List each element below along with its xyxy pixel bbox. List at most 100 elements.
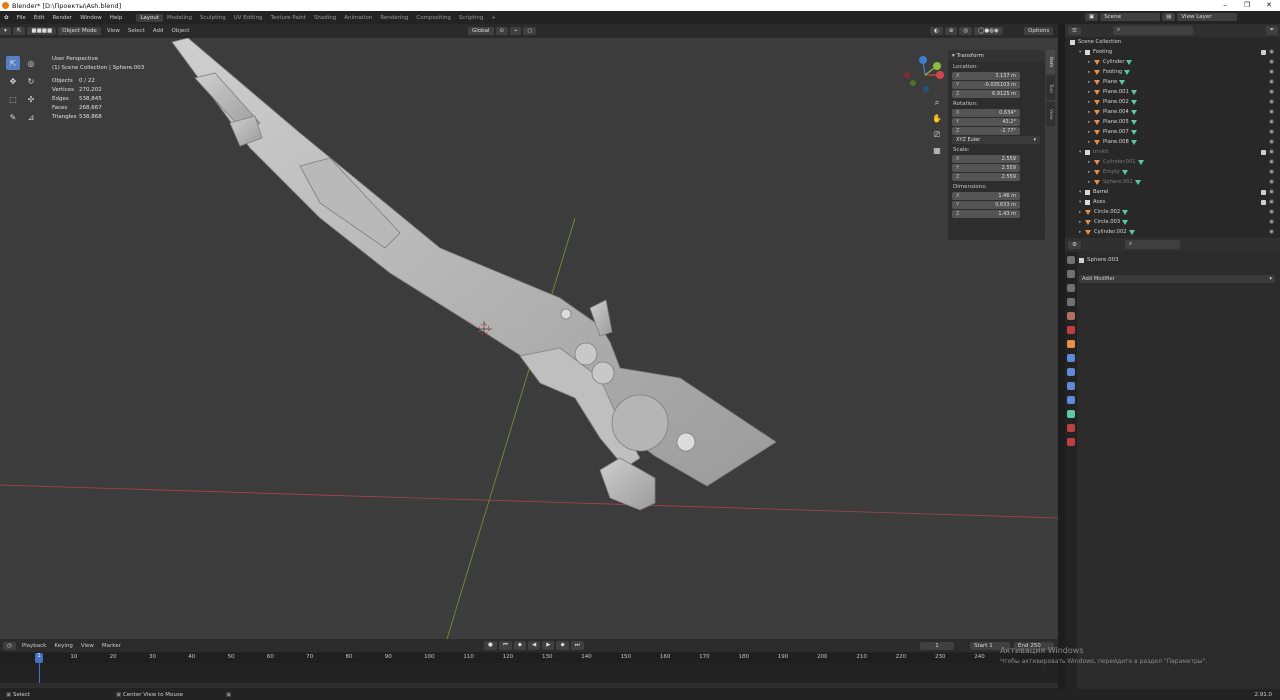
visibility-eye-icon[interactable]: ◉ — [1269, 89, 1274, 95]
location-y-field[interactable]: Y -0.035103 m — [952, 81, 1020, 89]
outliner-row[interactable]: ▸ Sphere.001 ◉ — [1065, 177, 1280, 187]
outliner-row[interactable]: ▸ Plane ◉ — [1065, 77, 1280, 87]
scale-z-field[interactable]: Z 2.559 — [952, 173, 1020, 181]
menu-object[interactable]: Object — [168, 27, 194, 35]
menu-window[interactable]: Window — [76, 15, 106, 21]
visibility-eye-icon[interactable]: ◉ — [1269, 109, 1274, 115]
visibility-eye-icon[interactable]: ◉ — [1269, 149, 1274, 155]
play-icon[interactable]: ▶ — [542, 641, 555, 650]
select-box-icon[interactable]: ⇱ — [6, 56, 20, 70]
next-key-icon[interactable]: ◆ — [556, 641, 569, 650]
texture-tab-icon[interactable] — [1067, 438, 1075, 446]
visibility-eye-icon[interactable]: ◉ — [1269, 159, 1274, 165]
outliner-row[interactable]: ▾ trinkit ◉ — [1065, 147, 1280, 157]
current-frame-field[interactable]: 1 — [920, 641, 954, 650]
tab-uv-editing[interactable]: UV Editing — [230, 14, 267, 22]
menu-add[interactable]: Add — [149, 27, 168, 35]
visibility-eye-icon[interactable]: ◉ — [1269, 69, 1274, 75]
visibility-eye-icon[interactable]: ◉ — [1269, 99, 1274, 105]
tab-layout[interactable]: Layout — [136, 13, 164, 22]
tab-rendering[interactable]: Rendering — [376, 14, 412, 22]
add-modifier-button[interactable]: Add Modifier ▾ — [1079, 275, 1275, 283]
outliner-row[interactable]: ▸ Circle.002 ◉ — [1065, 207, 1280, 217]
minimize-icon[interactable]: – — [1214, 0, 1236, 11]
blender-menu-icon[interactable]: ✿ — [0, 15, 13, 21]
outliner-row[interactable]: ▸ Footing ◉ — [1065, 67, 1280, 77]
visibility-eye-icon[interactable]: ◉ — [1269, 49, 1274, 55]
exclude-checkbox[interactable] — [1261, 49, 1266, 55]
proportional-edit-icon[interactable]: ○ — [523, 27, 537, 35]
scene-selector[interactable]: Scene — [1100, 13, 1161, 21]
cursor-icon[interactable]: ◎ — [24, 56, 38, 70]
outliner-row[interactable]: ▸ Plane.004 ◉ — [1065, 107, 1280, 117]
maximize-icon[interactable]: ❐ — [1236, 0, 1258, 11]
playhead-marker[interactable]: 1 — [35, 653, 43, 663]
output-tab-icon[interactable] — [1067, 284, 1075, 292]
outliner-row[interactable]: ▸ Cylinder ◉ — [1065, 57, 1280, 67]
transform-panel-header[interactable]: ▾ Transform — [948, 50, 1045, 62]
menu-edit[interactable]: Edit — [30, 15, 49, 21]
scale-y-field[interactable]: Y 2.559 — [952, 164, 1020, 172]
transform-orientation-selector[interactable]: Global — [468, 27, 494, 35]
tab-item[interactable]: Item — [1046, 50, 1055, 74]
outliner-row[interactable]: ▸ Plane.002 ◉ — [1065, 97, 1280, 107]
visibility-eye-icon[interactable]: ◉ — [1269, 59, 1274, 65]
tool-tab-icon[interactable] — [1067, 256, 1075, 264]
tab-view[interactable]: View — [1046, 102, 1055, 126]
visibility-eye-icon[interactable]: ◉ — [1269, 139, 1274, 145]
3d-viewport[interactable]: ⌕ ✋ ⎚ ▦ — [0, 38, 1058, 639]
tab-sculpting[interactable]: Sculpting — [196, 14, 230, 22]
prev-key-icon[interactable]: ◆ — [513, 641, 526, 650]
world-tab-icon[interactable] — [1067, 326, 1075, 334]
select-tool-mode-icon[interactable]: ⇱ — [12, 27, 26, 35]
annotate-icon[interactable]: ✎ — [6, 110, 20, 124]
jump-end-icon[interactable]: ⏭ — [570, 641, 584, 650]
particles-tab-icon[interactable] — [1067, 368, 1075, 376]
tab-tool[interactable]: Tool — [1046, 76, 1055, 100]
outliner-row[interactable]: ▸ Plane.007 ◉ — [1065, 127, 1280, 137]
menu-marker[interactable]: Marker — [98, 642, 125, 650]
visibility-eye-icon[interactable]: ◉ — [1269, 199, 1274, 205]
exclude-checkbox[interactable] — [1261, 149, 1266, 155]
tab-modeling[interactable]: Modeling — [163, 14, 196, 22]
outliner-row[interactable]: ▾ Barrel ◉ — [1065, 187, 1280, 197]
menu-select[interactable]: Select — [124, 27, 149, 35]
tab-scripting[interactable]: Scripting — [455, 14, 487, 22]
visibility-eye-icon[interactable]: ◉ — [1269, 119, 1274, 125]
outliner-row[interactable]: ▸ Cylinder.001 ◉ — [1065, 157, 1280, 167]
scene-collection-row[interactable]: Scene Collection — [1065, 37, 1280, 47]
modifier-tab-icon[interactable] — [1067, 354, 1075, 362]
visibility-eye-icon[interactable]: ◉ — [1269, 209, 1274, 215]
tab-shading[interactable]: Shading — [310, 14, 340, 22]
frame-ruler[interactable]: 1102030405060708090100110120130140150160… — [0, 653, 1058, 663]
outliner-row[interactable]: ▸ Empty ◉ — [1065, 167, 1280, 177]
rotation-x-field[interactable]: X 0.634° — [952, 109, 1020, 117]
view-layer-selector[interactable]: View Layer — [1177, 13, 1238, 21]
location-z-field[interactable]: Z 6.9125 m — [952, 90, 1020, 98]
outliner-row[interactable]: ▾ Footing ◉ — [1065, 47, 1280, 57]
scale-x-field[interactable]: X 2.559 — [952, 155, 1020, 163]
dimensions-x-field[interactable]: X 1.46 m — [952, 192, 1020, 200]
outliner-row[interactable]: ▾ Aces ◉ — [1065, 197, 1280, 207]
visibility-eye-icon[interactable]: ◉ — [1269, 229, 1274, 235]
pan-hand-icon[interactable]: ✋ — [930, 114, 944, 128]
properties-editor-type-icon[interactable]: ⚙ — [1068, 240, 1081, 249]
menu-view[interactable]: View — [103, 27, 124, 35]
visibility-eye-icon[interactable]: ◉ — [1269, 179, 1274, 185]
measure-icon[interactable]: ⊿ — [24, 110, 38, 124]
scene-tab-icon[interactable] — [1067, 312, 1075, 320]
outliner-editor-type-icon[interactable]: ☰ — [1068, 26, 1081, 35]
menu-render[interactable]: Render — [48, 15, 76, 21]
constraints-tab-icon[interactable] — [1067, 396, 1075, 404]
jump-start-icon[interactable]: ⏮ — [498, 641, 512, 650]
menu-keying[interactable]: Keying — [50, 642, 76, 650]
gizmo-icon[interactable]: ⊕ — [944, 27, 958, 35]
scale-icon[interactable]: ⬚ — [6, 92, 20, 106]
menu-playback[interactable]: Playback — [18, 642, 51, 650]
rotation-z-field[interactable]: Z -2.77° — [952, 127, 1020, 135]
tab-animation[interactable]: Animation — [340, 14, 376, 22]
visibility-icon[interactable]: ◐ — [930, 27, 943, 35]
data-tab-icon[interactable] — [1067, 410, 1075, 418]
visibility-eye-icon[interactable]: ◉ — [1269, 169, 1274, 175]
outliner-row[interactable]: ▸ Plane.008 ◉ — [1065, 137, 1280, 147]
